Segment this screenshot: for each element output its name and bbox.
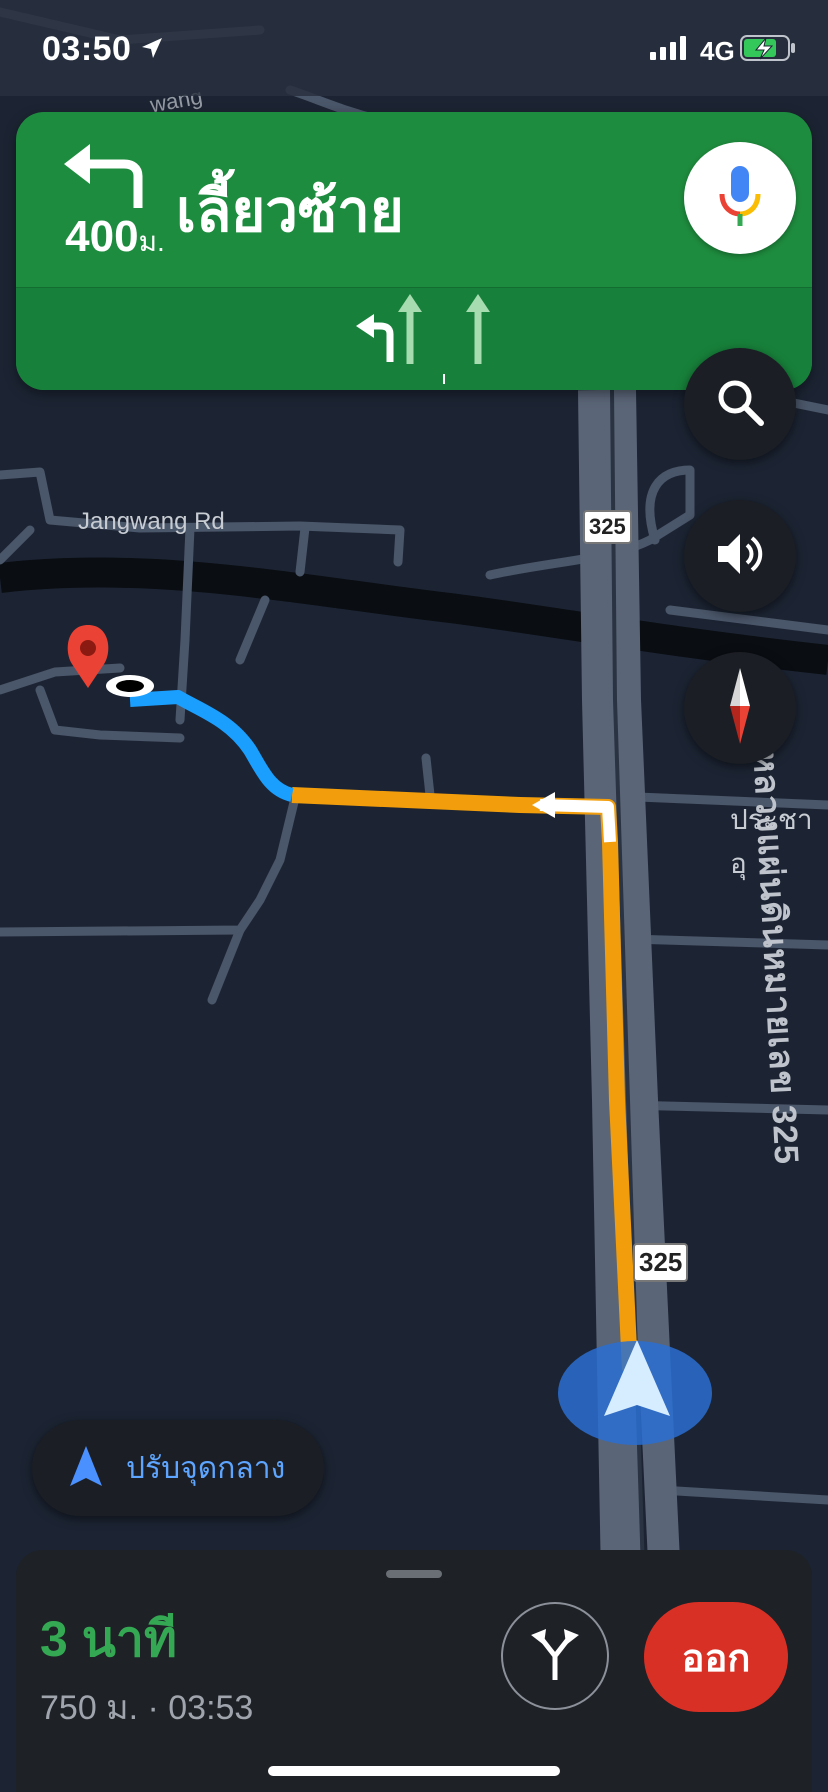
status-time: 03:50 (42, 30, 132, 68)
turn-left-icon (60, 142, 150, 217)
distance-value: 400 (65, 212, 139, 261)
signal-bars-icon (650, 36, 690, 65)
home-indicator[interactable] (268, 1766, 560, 1776)
road-shield-lower: 325 (633, 1243, 689, 1282)
maneuver-distance: 400ม. (40, 212, 190, 264)
recenter-button[interactable]: ปรับจุดกลาง (32, 1420, 324, 1516)
eta-duration: 3 นาที (40, 1611, 177, 1667)
lane-arrows-icon (356, 294, 506, 389)
search-icon (714, 376, 766, 433)
network-type: 4G (700, 36, 735, 66)
compass-icon (720, 666, 760, 751)
road-shield-upper: 325 (583, 510, 632, 544)
speaker-icon (714, 528, 766, 585)
alternate-routes-button[interactable] (501, 1602, 609, 1710)
microphone-icon (718, 164, 762, 233)
street-label-jangwang: Jangwang Rd (78, 508, 225, 535)
sound-button[interactable] (684, 500, 796, 612)
maneuver-instruction: เลี้ยวซ้าย (176, 179, 404, 244)
side-street-label: ประชาอุ (730, 804, 813, 879)
recenter-label: ปรับจุดกลาง (126, 1451, 286, 1485)
navigation-screen: wang Jangwang Rd 325 325 ทางหลวงแผ่นดินห… (0, 0, 828, 1792)
compass-button[interactable] (684, 652, 796, 764)
distance-unit: ม. (138, 226, 165, 257)
trip-details: 750 ม. · 03:53 (40, 1689, 254, 1727)
battery-charging-icon (740, 34, 796, 67)
exit-navigation-button[interactable]: ออก (644, 1602, 788, 1712)
route-fork-icon (529, 1626, 581, 1687)
search-button[interactable] (684, 348, 796, 460)
trip-summary-sheet[interactable]: 3 นาที 750 ม. · 03:53 ออก (16, 1550, 812, 1792)
voice-search-button[interactable] (684, 142, 796, 254)
sheet-drag-handle[interactable] (386, 1570, 442, 1578)
navigation-arrow-icon (70, 1445, 102, 1491)
location-arrow-icon (140, 36, 164, 65)
status-bar: 03:50 4G (0, 0, 828, 96)
navigation-banner[interactable]: 400ม. เลี้ยวซ้าย (16, 112, 812, 390)
